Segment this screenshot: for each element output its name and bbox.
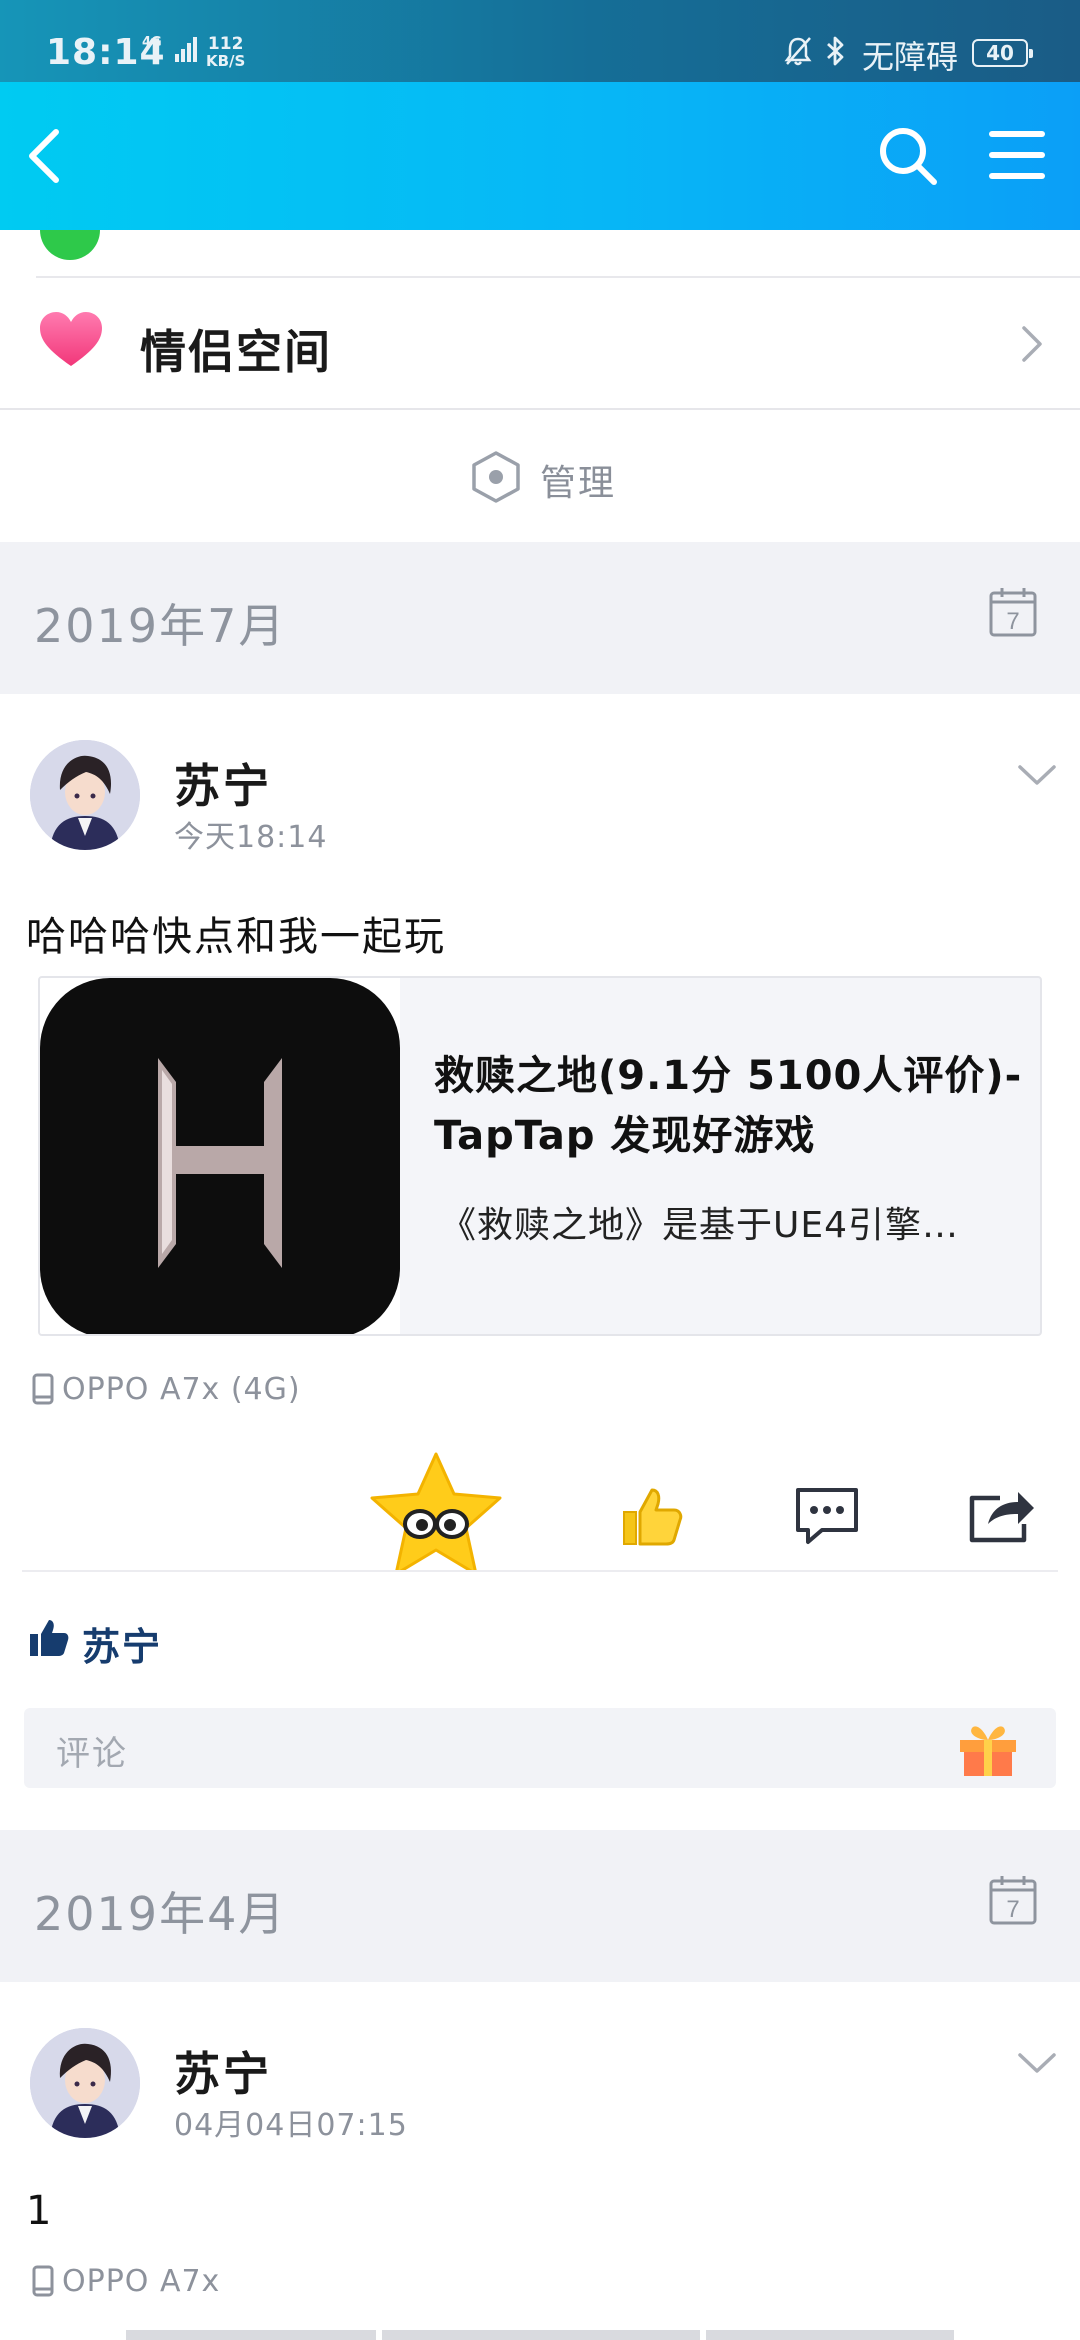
speed-value: 112	[207, 34, 244, 54]
device-name: OPPO A7x	[62, 2264, 221, 2299]
settings-hexagon-icon	[472, 451, 520, 503]
device-info: OPPO A7x (4G)	[32, 1372, 301, 1407]
couple-space-row[interactable]: 情侣空间	[0, 278, 1080, 408]
app-icon	[40, 230, 100, 260]
speed-unit: KB/S	[206, 52, 246, 70]
post-time: 今天18:14	[174, 820, 328, 855]
menu-icon[interactable]	[988, 128, 1046, 182]
silent-bell-icon	[784, 37, 812, 66]
month-label: 2019年4月	[34, 1887, 287, 1941]
post-text: 1	[26, 2188, 54, 2234]
calendar-icon[interactable]: 7	[988, 586, 1038, 638]
like-icon[interactable]	[618, 1484, 684, 1550]
heart-icon	[40, 312, 102, 366]
chevron-right-icon	[1022, 326, 1042, 362]
battery-indicator: 40	[972, 39, 1033, 67]
image-strip	[382, 2330, 700, 2340]
image-strip	[126, 2330, 376, 2340]
game-thumbnail	[40, 978, 400, 1334]
share-icon[interactable]	[966, 1484, 1038, 1546]
image-strip	[706, 2330, 954, 2340]
post-author[interactable]: 苏宁	[174, 2038, 272, 2104]
link-card-title: 救赎之地(9.1分 5100人评价)- TapTap 发现好游戏	[434, 1053, 1023, 1159]
thumbs-up-icon	[30, 1620, 69, 1656]
month-header: 2019年4月 7	[0, 1830, 1080, 1982]
search-icon[interactable]	[876, 124, 940, 188]
month-label: 2019年7月	[34, 599, 287, 653]
phone-icon	[32, 2265, 54, 2297]
signal-icon	[175, 37, 197, 62]
chevron-down-icon[interactable]	[1016, 2050, 1058, 2076]
divider	[22, 1570, 1058, 1572]
couple-space-label: 情侣空间	[140, 325, 332, 379]
post-text: 哈哈哈快点和我一起玩	[26, 914, 446, 960]
back-arrow-icon[interactable]	[20, 122, 68, 190]
post-time: 04月04日07:15	[174, 2108, 408, 2143]
accessibility-indicator: 无障碍	[862, 38, 959, 76]
manage-button[interactable]: 管理	[0, 410, 1080, 542]
top-nav-bar	[0, 82, 1080, 230]
svg-text:7: 7	[1006, 1896, 1019, 1923]
chevron-down-icon[interactable]	[1016, 762, 1058, 788]
device-info: OPPO A7x	[32, 2264, 220, 2299]
comment-icon[interactable]	[792, 1484, 862, 1548]
network-type: 4G	[142, 35, 162, 50]
liker-name[interactable]: 苏宁	[82, 1616, 162, 1671]
comment-input[interactable]: 评论	[24, 1708, 1056, 1788]
post-action-bar	[0, 1450, 1080, 1570]
calendar-icon[interactable]: 7	[988, 1874, 1038, 1926]
avatar[interactable]	[30, 740, 140, 850]
link-preview-card[interactable]: 救赎之地(9.1分 5100人评价)- TapTap 发现好游戏 《救赎之地》是…	[38, 976, 1042, 1336]
device-name: OPPO A7x (4G)	[62, 1372, 301, 1407]
comment-placeholder: 评论	[56, 1734, 128, 1774]
bluetooth-icon	[827, 36, 844, 66]
star-mascot-icon[interactable]	[360, 1450, 512, 1570]
status-bar: 18:14 4G 112 KB/S 无障碍 40	[0, 0, 1080, 82]
manage-label: 管理	[540, 463, 617, 504]
phone-icon	[32, 1373, 54, 1405]
list-item-partial[interactable]	[0, 230, 1080, 276]
month-header: 2019年7月 7	[0, 542, 1080, 694]
link-card-description: 《救赎之地》是基于UE4引擎…	[440, 1205, 960, 1246]
network-speed: 112 KB/S	[206, 36, 245, 70]
post-author[interactable]: 苏宁	[174, 750, 272, 816]
svg-text:7: 7	[1006, 608, 1019, 635]
avatar[interactable]	[30, 2028, 140, 2138]
gift-icon[interactable]	[956, 1720, 1020, 1778]
